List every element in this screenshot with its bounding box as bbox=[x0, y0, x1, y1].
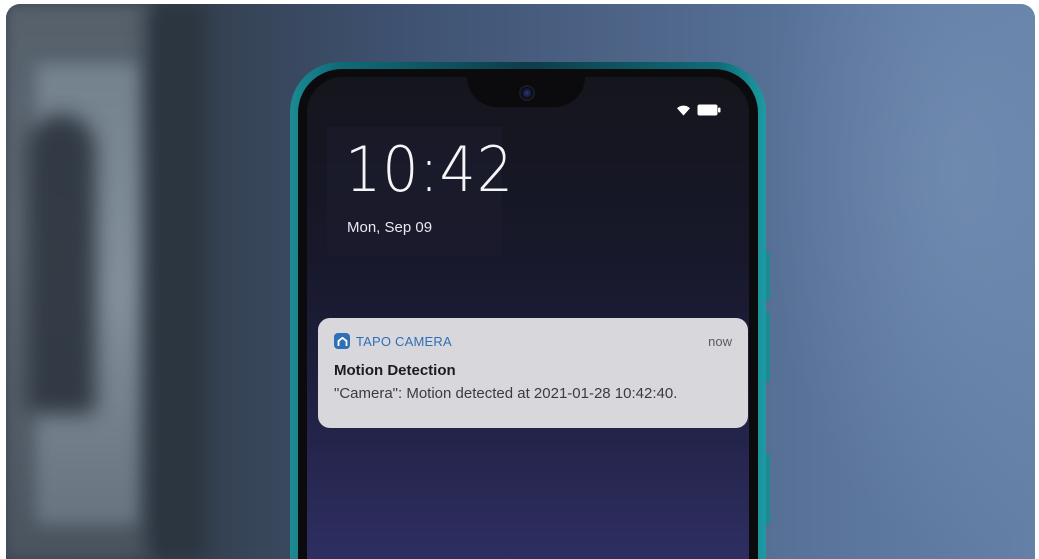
front-camera-icon bbox=[519, 85, 535, 101]
background-glow bbox=[766, 4, 1035, 559]
photo-frame: 10:42 Mon, Sep 09 TAPO CAMERA now Motion… bbox=[6, 4, 1035, 559]
clock-date: Mon, Sep 09 bbox=[347, 219, 433, 236]
lockscreen-clock: 10:42 Mon, Sep 09 bbox=[327, 127, 513, 255]
notification-body: "Camera": Motion detected at 2021-01-28 … bbox=[334, 385, 678, 402]
phone-power-button bbox=[766, 454, 770, 524]
status-bar bbox=[676, 104, 721, 116]
phone-bezel: 10:42 Mon, Sep 09 TAPO CAMERA now Motion… bbox=[298, 69, 758, 559]
notification-title: Motion Detection bbox=[334, 362, 456, 379]
phone-volume-button bbox=[766, 312, 770, 382]
clock-time: 10:42 bbox=[345, 133, 514, 206]
display-notch bbox=[467, 77, 585, 107]
notification-timestamp: now bbox=[708, 333, 732, 349]
blurred-door-frame bbox=[146, 4, 206, 559]
notification-header: TAPO CAMERA now bbox=[334, 332, 732, 350]
smartphone: 10:42 Mon, Sep 09 TAPO CAMERA now Motion… bbox=[290, 62, 770, 559]
phone-side-button bbox=[766, 252, 770, 300]
lock-screen[interactable]: 10:42 Mon, Sep 09 TAPO CAMERA now Motion… bbox=[307, 77, 749, 559]
motion-notification[interactable]: TAPO CAMERA now Motion Detection "Camera… bbox=[318, 318, 748, 428]
blurred-person-silhouette bbox=[26, 114, 96, 414]
battery-icon bbox=[697, 104, 721, 116]
notification-app-name: TAPO CAMERA bbox=[356, 333, 452, 349]
tapo-home-icon bbox=[334, 333, 350, 349]
wifi-icon bbox=[676, 104, 691, 116]
